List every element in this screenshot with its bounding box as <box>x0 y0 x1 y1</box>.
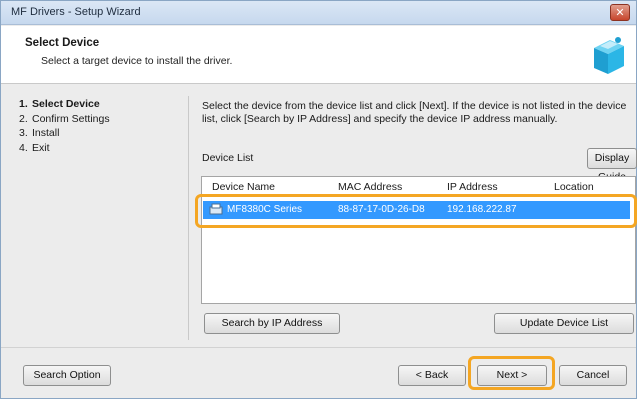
window-title: MF Drivers - Setup Wizard <box>11 6 141 18</box>
cancel-button[interactable]: Cancel <box>559 365 627 386</box>
device-list-label: Device List <box>202 152 254 164</box>
device-row-highlight <box>195 194 637 228</box>
step-confirm-settings: 2. Confirm Settings <box>19 112 110 125</box>
printer-install-icon <box>594 37 624 74</box>
column-location[interactable]: Location <box>554 181 594 193</box>
column-ip-address[interactable]: IP Address <box>447 181 498 193</box>
steps-sidebar: 1. Select Device 2. Confirm Settings 3. Ins… <box>1 85 187 347</box>
back-button[interactable]: < Back <box>398 365 466 386</box>
title-bar[interactable]: MF Drivers - Setup Wizard ✕ <box>1 1 636 25</box>
close-icon: ✕ <box>615 6 625 19</box>
search-option-button[interactable]: Search Option <box>23 365 111 386</box>
update-device-list-button[interactable]: Update Device List <box>494 313 634 334</box>
wizard-header: Select Device Select a target device to … <box>1 26 636 84</box>
display-guide-button[interactable]: Display Guide <box>587 148 637 183</box>
step-select-device: 1. Select Device <box>19 98 100 110</box>
setup-wizard-window: MF Drivers - Setup Wizard ✕ Select Devic… <box>0 0 637 399</box>
page-title: Select Device <box>25 37 100 49</box>
next-button-highlight <box>468 356 555 390</box>
column-mac-address[interactable]: MAC Address <box>338 181 402 193</box>
step-install: 3. Install <box>19 127 60 139</box>
page-subtitle: Select a target device to install the dr… <box>41 55 233 67</box>
column-device-name[interactable]: Device Name <box>212 181 275 193</box>
step-exit: 4. Exit <box>19 141 50 154</box>
instructions-text: Select the device from the device list a… <box>202 100 627 125</box>
close-button[interactable]: ✕ <box>610 4 630 21</box>
search-by-ip-button[interactable]: Search by IP Address <box>204 313 340 334</box>
